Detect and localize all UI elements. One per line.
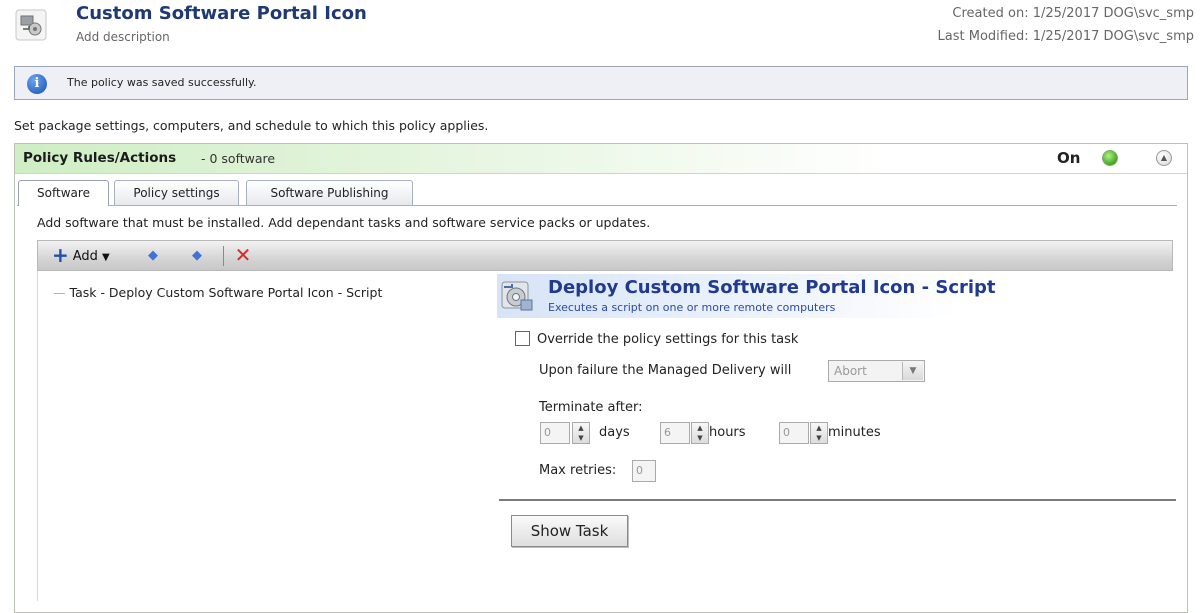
terminate-label: Terminate after: — [539, 400, 643, 415]
max-retries-input[interactable]: 0 — [632, 460, 656, 482]
policy-status-label: On — [1057, 149, 1081, 167]
arrow-down-icon[interactable]: ◆ — [189, 247, 205, 265]
software-count: - 0 software — [201, 151, 276, 166]
add-button[interactable]: + Add ▼ — [52, 243, 110, 267]
chevron-down-icon[interactable]: ▼ — [902, 362, 923, 380]
panel-header: Policy Rules/Actions - 0 software On ▲ — [15, 144, 1187, 174]
failure-label: Upon failure the Managed Delivery will — [539, 363, 792, 378]
task-detail-header: Deploy Custom Software Portal Icon - Scr… — [497, 274, 1157, 318]
task-title: Deploy Custom Software Portal Icon - Scr… — [548, 277, 996, 298]
plus-icon: + — [52, 243, 69, 267]
tree-item-task[interactable]: — Task - Deploy Custom Software Portal Ic… — [53, 285, 382, 300]
tab-policy-settings[interactable]: Policy settings — [114, 180, 239, 205]
max-retries-label: Max retries: — [539, 463, 617, 478]
page-title: Custom Software Portal Icon — [76, 3, 367, 24]
task-subtitle: Executes a script on one or more remote … — [548, 301, 836, 314]
last-modified-text: Last Modified: 1/25/2017 DOG\svc_smp — [937, 29, 1194, 44]
chevron-down-icon: ▼ — [101, 252, 110, 263]
status-message-text: The policy was saved successfully. — [67, 76, 257, 89]
delete-icon[interactable]: ✕ — [234, 243, 252, 267]
on-toggle-icon[interactable] — [1102, 150, 1118, 166]
policy-rules-panel: Policy Rules/Actions - 0 software On ▲ S… — [14, 143, 1188, 613]
minutes-spinner[interactable]: ▲ ▼ — [810, 422, 828, 444]
hours-spinner[interactable]: ▲ ▼ — [691, 422, 709, 444]
panel-title: Policy Rules/Actions — [23, 150, 177, 166]
info-icon: i — [27, 74, 47, 94]
collapse-icon[interactable]: ▲ — [1156, 150, 1172, 166]
failure-action-value: Abort — [834, 364, 867, 378]
hours-input[interactable]: 6 — [660, 422, 690, 444]
days-input[interactable]: 0 — [540, 422, 570, 444]
tab-software-publishing[interactable]: Software Publishing — [246, 180, 413, 205]
tree-connector: — — [53, 285, 66, 300]
hours-label: hours — [709, 425, 746, 440]
intro-text: Set package settings, computers, and sch… — [14, 118, 489, 133]
instructions-text: Add software that must be installed. Add… — [37, 215, 651, 230]
override-checkbox[interactable] — [515, 331, 530, 346]
minutes-label: minutes — [828, 425, 881, 440]
created-on-text: Created on: 1/25/2017 DOG\svc_smp — [952, 6, 1194, 21]
script-icon — [499, 278, 535, 314]
days-label: days — [599, 425, 630, 440]
status-message-bar: i The policy was saved successfully. — [14, 66, 1188, 100]
show-task-button[interactable]: Show Task — [511, 515, 628, 547]
detail-separator — [499, 499, 1176, 501]
arrow-up-icon[interactable]: ◆ — [145, 247, 161, 265]
minutes-input[interactable]: 0 — [779, 422, 809, 444]
policy-icon — [14, 8, 48, 42]
tab-divider — [17, 205, 1177, 206]
add-description-link[interactable]: Add description — [76, 30, 170, 44]
tree-border — [37, 271, 38, 601]
tree-item-label: Task - Deploy Custom Software Portal Ico… — [69, 285, 383, 300]
override-label: Override the policy settings for this ta… — [537, 332, 799, 347]
software-toolbar: + Add ▼ ◆ ◆ ✕ — [37, 240, 1173, 271]
add-button-label: Add — [72, 249, 98, 264]
toolbar-separator — [223, 246, 224, 266]
days-spinner[interactable]: ▲ ▼ — [572, 422, 590, 444]
failure-action-select[interactable]: Abort ▼ — [828, 360, 925, 382]
tab-software[interactable]: Software — [18, 180, 109, 206]
